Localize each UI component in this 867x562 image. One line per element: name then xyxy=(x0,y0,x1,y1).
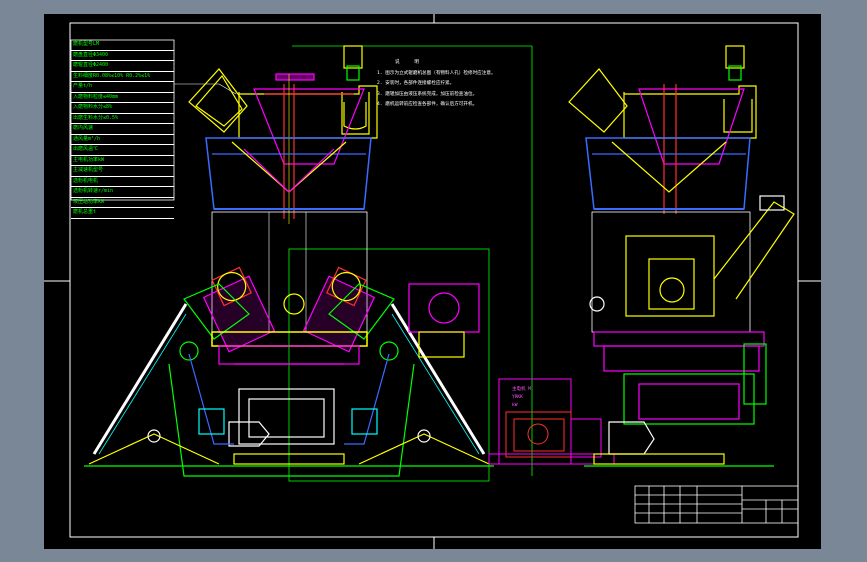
note-item: 4. 磨机运转前应检查各部件，确认后方可开机。 xyxy=(377,102,478,107)
spec-table-row: 生料细度R0.08%≤10% R0.2%≤1% xyxy=(71,72,174,82)
spec-table-row: 液压站功率kW xyxy=(71,198,174,208)
spec-table-row: 通风量m³/h xyxy=(71,135,174,145)
spec-table: 磨机型号LM 磨盘直径Φ3400 磨辊直径Φ2400 生料细度R0.08%≤10% R… xyxy=(71,40,174,219)
spec-table-row: 磨内风速 xyxy=(71,124,174,135)
spec-table-row: 磨机型号LM xyxy=(71,40,174,51)
boundary-lines xyxy=(288,45,533,482)
motor-label-line: kW xyxy=(512,403,518,408)
motor-label-line: 主电机 M xyxy=(512,387,531,392)
motor-label-line: YRKK xyxy=(512,395,523,400)
spec-table-row: 主减速机型号 xyxy=(71,166,174,177)
drawing-sheet: 磨机型号LM 磨盘直径Φ3400 磨辊直径Φ2400 生料细度R0.08%≤10% R… xyxy=(44,14,821,549)
spec-table-row: 选粉机电机 xyxy=(71,177,174,187)
spec-table-row: 产量t/h xyxy=(71,82,174,93)
spec-table-row: 出磨生料水分≤0.5% xyxy=(71,114,174,124)
spec-table-row: 磨机总重t xyxy=(71,208,174,219)
side-view-mill xyxy=(568,45,795,467)
note-item: 1. 图示为立式辊磨机总图（有物料人孔）检修时应注意。 xyxy=(377,70,496,76)
spec-table-row: 出磨风温℃ xyxy=(71,145,174,156)
spec-table-row: 磨盘直径Φ3400 xyxy=(71,51,174,61)
motor-label: 主电机 M YRKK kW xyxy=(512,386,531,410)
title-block xyxy=(634,485,799,524)
spec-table-row: 入磨物料粒度≤40mm xyxy=(71,93,174,103)
note-item: 2. 安装时，各部件连接螺栓应拧紧。 xyxy=(377,81,455,86)
note-item: 3. 磨辊加压由液压系统完成，加压前检查油位。 xyxy=(377,91,478,97)
main-motor xyxy=(488,378,615,465)
spec-table-row: 磨辊直径Φ2400 xyxy=(71,61,174,72)
notes-title: 说 明 xyxy=(395,60,425,65)
spec-table-row: 主电机功率kW xyxy=(71,156,174,166)
notes-block: 说 明 1. 图示为立式辊磨机总图（有物料人孔）检修时应注意。 2. 安装时，各… xyxy=(377,58,542,111)
spec-table-row: 入磨物料水分≤8% xyxy=(71,103,174,114)
spec-table-row: 选粉机转速r/min xyxy=(71,187,174,198)
